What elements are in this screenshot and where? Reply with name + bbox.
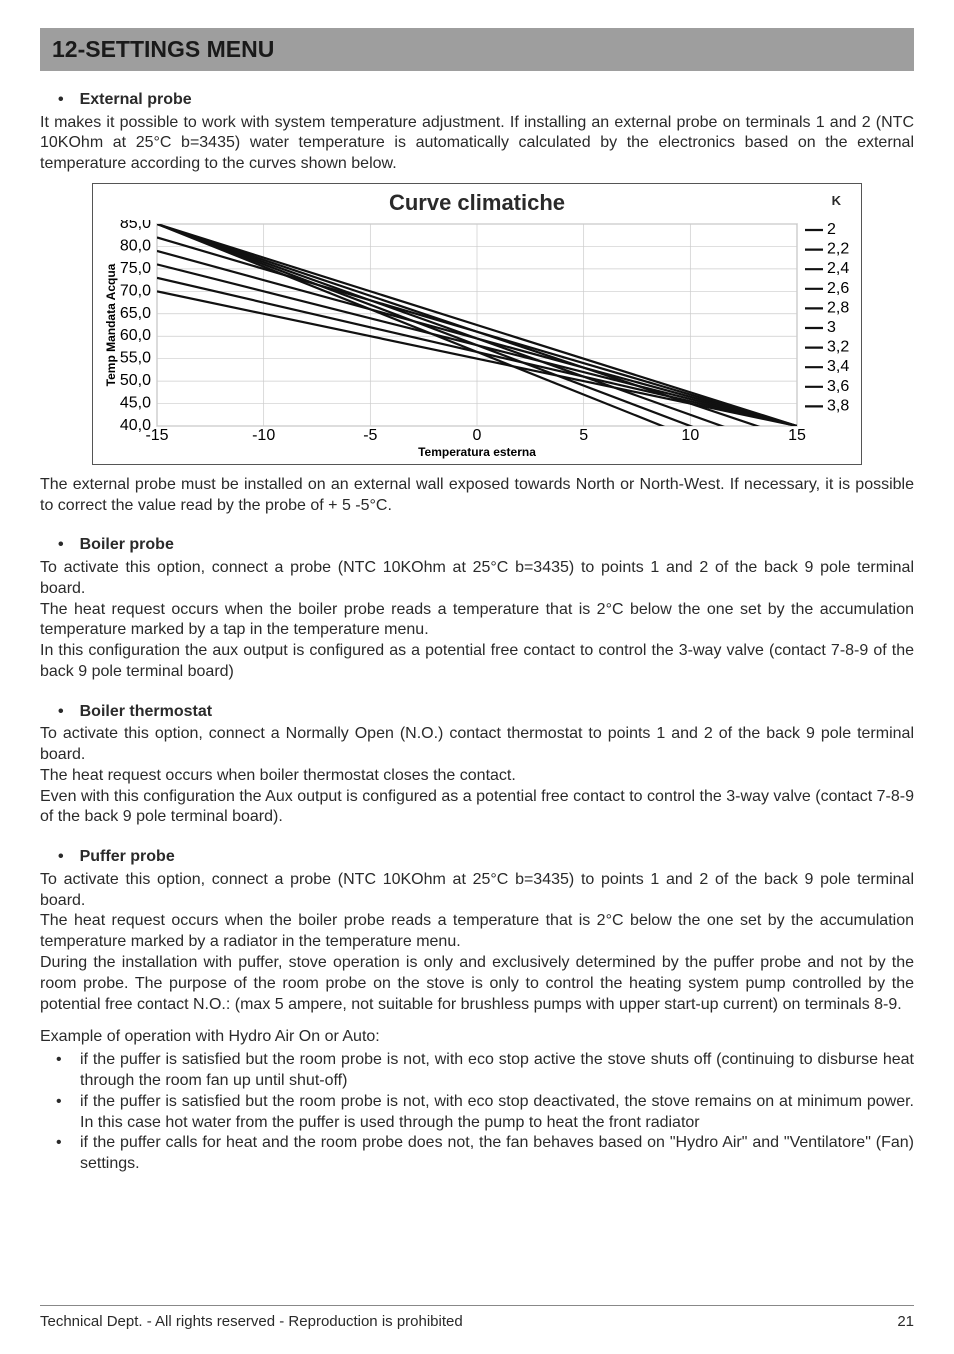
svg-text:-15: -15	[145, 427, 168, 444]
svg-text:5: 5	[579, 427, 588, 444]
svg-text:Temp Mandata Acqua: Temp Mandata Acqua	[104, 263, 118, 386]
svg-text:2,2: 2,2	[827, 240, 849, 257]
svg-text:10: 10	[681, 427, 699, 444]
svg-text:Temperatura esterna: Temperatura esterna	[418, 445, 536, 459]
boiler-probe-p3: In this configuration the aux output is …	[40, 641, 914, 683]
page-footer: Technical Dept. - All rights reserved - …	[40, 1305, 914, 1332]
svg-text:3: 3	[827, 319, 836, 336]
svg-text:3,6: 3,6	[827, 378, 849, 395]
external-probe-p2: The external probe must be installed on …	[40, 475, 914, 517]
puffer-probe-p2: The heat request occurs when the boiler …	[40, 911, 914, 953]
list-item: if the puffer is satisfied but the room …	[40, 1092, 914, 1134]
svg-text:50,0: 50,0	[120, 372, 151, 389]
chart-container: Curve climatiche K 40,045,050,055,060,06…	[92, 183, 862, 465]
svg-text:0: 0	[473, 427, 482, 444]
boiler-thermostat-p1: To activate this option, connect a Norma…	[40, 724, 914, 766]
external-probe-heading: External probe	[40, 89, 914, 111]
boiler-probe-p2: The heat request occurs when the boiler …	[40, 600, 914, 642]
chart-title: Curve climatiche	[389, 190, 565, 215]
svg-text:55,0: 55,0	[120, 349, 151, 366]
puffer-probe-p1: To activate this option, connect a probe…	[40, 870, 914, 912]
svg-text:85,0: 85,0	[120, 220, 151, 232]
boiler-thermostat-heading: Boiler thermostat	[40, 701, 914, 723]
svg-text:80,0: 80,0	[120, 237, 151, 254]
svg-text:60,0: 60,0	[120, 327, 151, 344]
svg-text:2,8: 2,8	[827, 299, 849, 316]
footer-page-number: 21	[897, 1312, 914, 1332]
svg-text:3,4: 3,4	[827, 358, 849, 375]
page-title: 12-SETTINGS MENU	[52, 34, 902, 65]
svg-text:45,0: 45,0	[120, 394, 151, 411]
puffer-probe-p3: During the installation with puffer, sto…	[40, 953, 914, 1015]
boiler-thermostat-p2: The heat request occurs when boiler ther…	[40, 766, 914, 787]
page-title-bar: 12-SETTINGS MENU	[40, 28, 914, 71]
svg-text:75,0: 75,0	[120, 260, 151, 277]
chart-legend-title: K	[832, 192, 841, 210]
boiler-probe-heading: Boiler probe	[40, 534, 914, 556]
svg-text:2,6: 2,6	[827, 280, 849, 297]
svg-text:-5: -5	[363, 427, 377, 444]
svg-text:2,4: 2,4	[827, 260, 849, 277]
footer-left: Technical Dept. - All rights reserved - …	[40, 1312, 463, 1332]
external-probe-p1: It makes it possible to work with system…	[40, 113, 914, 175]
boiler-probe-p1: To activate this option, connect a probe…	[40, 558, 914, 600]
svg-text:3,8: 3,8	[827, 397, 849, 414]
svg-text:70,0: 70,0	[120, 282, 151, 299]
puffer-ops-list: if the puffer is satisfied but the room …	[40, 1050, 914, 1175]
svg-text:3,2: 3,2	[827, 338, 849, 355]
svg-text:65,0: 65,0	[120, 304, 151, 321]
list-item: if the puffer calls for heat and the roo…	[40, 1133, 914, 1175]
svg-text:2: 2	[827, 221, 836, 238]
svg-text:15: 15	[788, 427, 806, 444]
puffer-example-lead: Example of operation with Hydro Air On o…	[40, 1027, 914, 1048]
boiler-thermostat-p3: Even with this configuration the Aux out…	[40, 787, 914, 829]
puffer-probe-heading: Puffer probe	[40, 846, 914, 868]
chart-title-row: Curve climatiche K	[97, 188, 857, 218]
svg-text:-10: -10	[252, 427, 275, 444]
list-item: if the puffer is satisfied but the room …	[40, 1050, 914, 1092]
chart-svg: 40,045,050,055,060,065,070,075,080,085,0…	[97, 220, 857, 460]
